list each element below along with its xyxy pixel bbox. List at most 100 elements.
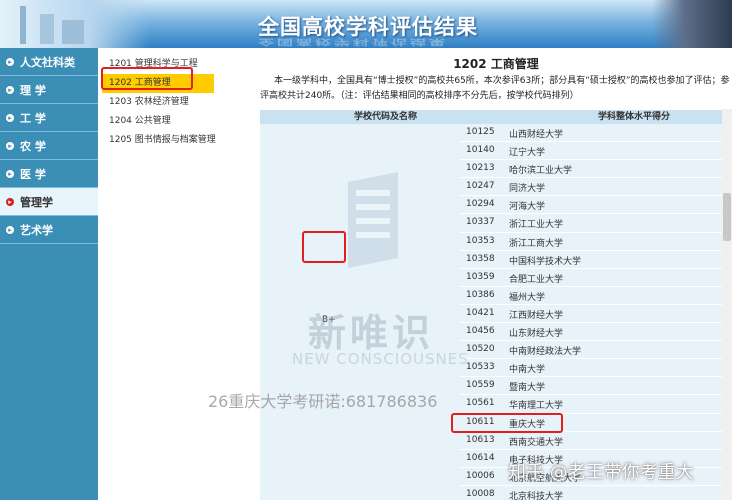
table-row[interactable]: 10358 中国科学技术大学 (460, 251, 726, 269)
school-code: 10520 (466, 344, 495, 355)
vertical-scrollbar[interactable] (722, 109, 732, 500)
school-name: 重庆大学 (509, 419, 546, 430)
sidebar-item-label: 理 学 (20, 83, 46, 97)
discipline-link[interactable]: 1202 工商管理 (102, 74, 214, 93)
table-row[interactable]: 10520 中南财经政法大学 (460, 341, 726, 360)
table-row[interactable]: 10613 西南交通大学 (460, 432, 726, 450)
school-code: 10337 (466, 217, 495, 228)
table-row[interactable]: 10140 辽宁大学 (460, 142, 726, 161)
school-rows: 10125 山西财经大学 10140 辽宁大学 10213 哈尔滨工业大学 10247 同济大… (460, 124, 726, 500)
school-code: 10386 (466, 289, 495, 300)
school-code: 10421 (466, 307, 495, 318)
school-code: 10614 (466, 452, 495, 463)
grade-value: B+ (322, 315, 336, 325)
bullet-arrow-icon: ▸ (6, 225, 14, 234)
page-title-reflection: 全国高校学科评估结果 (258, 37, 449, 48)
sidebar-item-label: 艺术学 (20, 223, 53, 237)
school-name: 西南交通大学 (509, 437, 564, 448)
sidebar-item[interactable]: ▸ 艺术学 (0, 216, 98, 244)
school-code: 10247 (466, 181, 495, 192)
school-name: 北京航空航天大学 (509, 473, 582, 484)
sidebar-item-label: 人文社科类 (20, 55, 75, 69)
bullet-arrow-icon: ▸ (6, 197, 14, 206)
table-row[interactable]: 10008 北京科技大学 (460, 486, 726, 500)
school-name: 浙江工业大学 (509, 220, 564, 231)
table-row[interactable]: 10386 福州大学 (460, 287, 726, 305)
school-code: 10008 (466, 488, 495, 499)
discipline-link[interactable]: 1203 农林经济管理 (98, 93, 260, 112)
sidebar-item-label: 医 学 (20, 167, 46, 181)
banner-building (62, 20, 84, 44)
header-banner: 全国高校学科评估结果 全国高校学科评估结果 (0, 0, 732, 48)
school-code: 10561 (466, 398, 495, 409)
school-code: 10456 (466, 326, 495, 337)
banner-tower (20, 6, 26, 44)
sidebar-item-label: 管理学 (20, 195, 53, 209)
table-row[interactable]: 10337 浙江工业大学 (460, 214, 726, 233)
results-table-header: 学校代码及名称 学科整体水平得分 (260, 110, 726, 124)
school-code: 10611 (466, 416, 495, 427)
discipline-link[interactable]: 1201 管理科学与工程 (98, 55, 260, 74)
sidebar-item[interactable]: ▸ 理 学 (0, 76, 98, 104)
school-code: 10140 (466, 145, 495, 156)
school-name: 辽宁大学 (509, 148, 546, 159)
banner-graduates-image (652, 0, 732, 48)
bullet-arrow-icon: ▸ (6, 113, 14, 122)
sidebar-item[interactable]: ▸ 管理学 (0, 188, 98, 216)
table-row[interactable]: 10294 河海大学 (460, 196, 726, 215)
table-row[interactable]: 10456 山东财经大学 (460, 323, 726, 342)
bullet-arrow-icon: ▸ (6, 169, 14, 178)
school-code: 10533 (466, 362, 495, 373)
scrollbar-thumb[interactable] (723, 193, 731, 241)
school-name: 中国科学技术大学 (509, 256, 582, 267)
sidebar-item[interactable]: ▸ 农 学 (0, 132, 98, 160)
school-name: 电子科技大学 (509, 455, 564, 466)
table-row[interactable]: 10559 暨南大学 (460, 377, 726, 396)
table-row[interactable]: 10213 哈尔滨工业大学 (460, 160, 726, 179)
school-name: 山东财经大学 (509, 329, 564, 340)
sidebar-item[interactable]: ▸ 工 学 (0, 104, 98, 132)
school-code: 10294 (466, 199, 495, 210)
sidebar-item-label: 工 学 (20, 111, 46, 125)
school-name: 同济大学 (509, 184, 546, 195)
school-code: 10006 (466, 470, 495, 481)
school-code: 10559 (466, 380, 495, 391)
main-content: 1202 工商管理 本一级学科中，全国具有“博士授权”的高校共65所，本次参评6… (260, 48, 732, 500)
school-code: 10125 (466, 127, 495, 137)
sidebar-item-label: 农 学 (20, 139, 46, 153)
discipline-link[interactable]: 1205 图书情报与档案管理 (98, 131, 260, 150)
bullet-arrow-icon: ▸ (6, 57, 14, 66)
table-row[interactable]: 10006 北京航空航天大学 (460, 468, 726, 486)
table-row[interactable]: 10247 同济大学 (460, 178, 726, 197)
table-row[interactable]: 10614 电子科技大学 (460, 450, 726, 468)
discipline-link[interactable]: 1204 公共管理 (98, 112, 260, 131)
sidebar-item[interactable]: ▸ 医 学 (0, 160, 98, 188)
school-code: 10613 (466, 434, 495, 445)
school-name: 北京科技大学 (509, 491, 564, 500)
discipline-list: 1201 管理科学与工程 1202 工商管理 1203 农林经济管理 1204 公共管… (98, 48, 260, 500)
discipline-title: 1202 工商管理 (453, 57, 539, 71)
school-name: 华南理工大学 (509, 401, 564, 412)
table-row[interactable]: 10611 重庆大学 (460, 414, 726, 432)
school-name: 河海大学 (509, 202, 546, 213)
table-row[interactable]: 10421 江西财经大学 (460, 305, 726, 324)
table-row[interactable]: 10359 合肥工业大学 (460, 269, 726, 287)
school-name: 福州大学 (509, 292, 546, 303)
school-name: 哈尔滨工业大学 (509, 166, 573, 177)
school-name: 浙江工商大学 (509, 238, 564, 249)
table-row[interactable]: 10125 山西财经大学 (460, 124, 726, 143)
school-code: 10213 (466, 163, 495, 174)
app-window: 全国高校学科评估结果 全国高校学科评估结果 ▸ 人文社科类 ▸ 理 学 ▸ 工 学 ▸ 农 学… (0, 0, 732, 500)
sidebar-item[interactable]: ▸ 人文社科类 (0, 48, 98, 76)
results-table[interactable]: B+ 10125 山西财经大学 10140 辽宁大学 10213 哈尔滨工业大学 10247… (260, 124, 726, 500)
discipline-description: 本一级学科中，全国具有“博士授权”的高校共65所，本次参评63所；部分具有“硕士… (260, 76, 730, 101)
table-row[interactable]: 10353 浙江工商大学 (460, 233, 726, 251)
school-code: 10359 (466, 271, 495, 282)
school-name: 合肥工业大学 (509, 274, 564, 285)
school-name: 暨南大学 (509, 383, 546, 394)
bullet-arrow-icon: ▸ (6, 85, 14, 94)
bullet-arrow-icon: ▸ (6, 141, 14, 150)
table-row[interactable]: 10561 华南理工大学 (460, 395, 726, 414)
table-row[interactable]: 10533 中南大学 (460, 359, 726, 378)
school-name: 中南大学 (509, 365, 546, 376)
